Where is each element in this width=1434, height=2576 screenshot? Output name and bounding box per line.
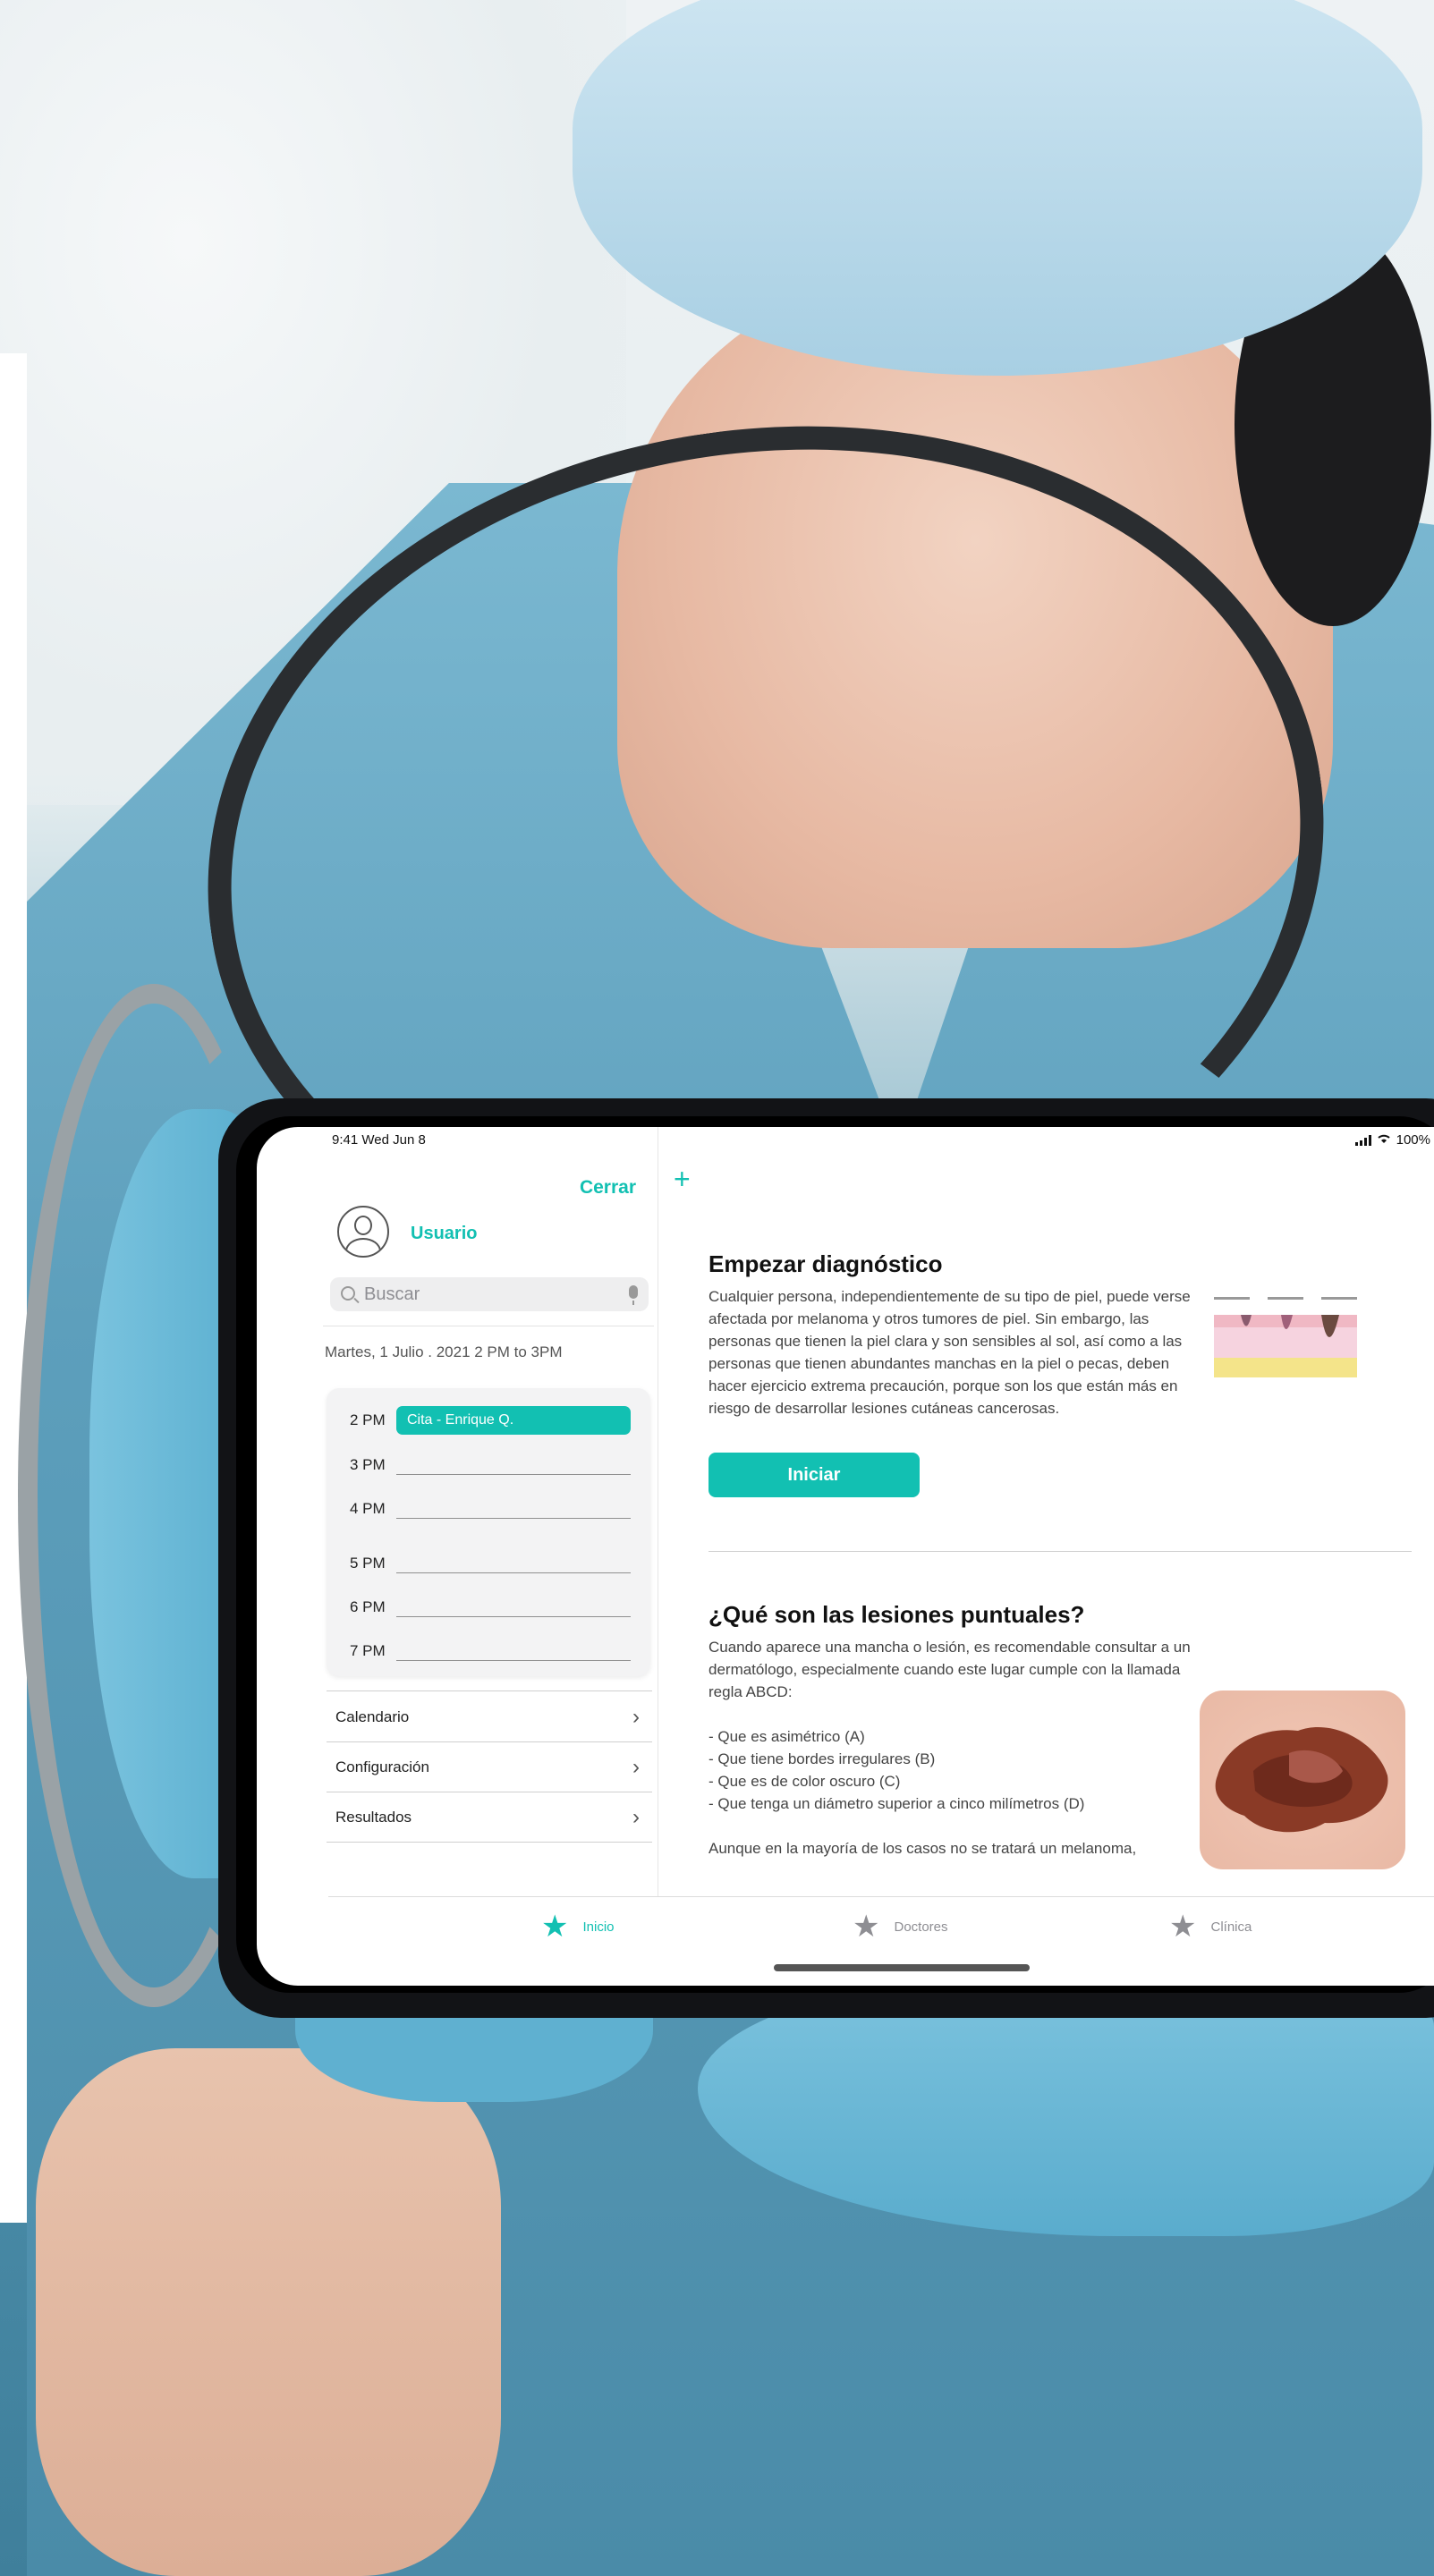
tab-doctores[interactable]: ★ Doctores [853, 1911, 948, 1942]
section-divider [709, 1551, 1412, 1552]
slot-time: 7 PM [350, 1642, 386, 1659]
home-indicator[interactable] [774, 1964, 1030, 1971]
schedule-slot[interactable]: 7 PM [327, 1637, 650, 1665]
tab-label: Inicio [582, 1919, 615, 1935]
search-placeholder: Buscar [364, 1284, 420, 1304]
user-name[interactable]: Usuario [411, 1224, 477, 1244]
section2-body: Cuando aparece una mancha o lesión, es r… [709, 1639, 1191, 1700]
avatar-body [345, 1238, 381, 1256]
menu-item-label: Resultados [335, 1809, 412, 1826]
section1-title: Empezar diagnóstico [709, 1250, 943, 1277]
add-icon[interactable]: + [674, 1163, 691, 1196]
slot-line [396, 1518, 631, 1519]
section2-title: ¿Qué son las lesiones puntuales? [709, 1601, 1085, 1628]
avatar-head [354, 1216, 372, 1235]
date-range: Martes, 1 Julio . 2021 2 PM to 3PM [325, 1343, 563, 1360]
skin-layers-illustration [1196, 1288, 1375, 1386]
schedule-slot[interactable]: 3 PM [327, 1451, 650, 1479]
status-bar: 9:41 Wed Jun 8 100% [257, 1127, 1434, 1154]
microphone-icon[interactable] [629, 1285, 638, 1305]
chevron-right-icon: › [632, 1705, 640, 1729]
left-white-panel [0, 353, 27, 2223]
chevron-right-icon: › [632, 1805, 640, 1829]
slot-line [396, 1572, 631, 1573]
abcd-item: - Que tenga un diámetro superior a cinco… [709, 1795, 1085, 1812]
appointment-chip[interactable]: Cita - Enrique Q. [396, 1406, 631, 1435]
star-icon: ★ [541, 1910, 569, 1944]
star-icon: ★ [1169, 1910, 1197, 1944]
schedule-slot[interactable]: 6 PM [327, 1593, 650, 1622]
section-diagnostico: Empezar diagnóstico Cualquier persona, i… [709, 1250, 1192, 1419]
slot-line [396, 1474, 631, 1475]
search-icon [341, 1286, 355, 1301]
slot-time: 2 PM [350, 1411, 386, 1428]
menu-item-divider [327, 1842, 652, 1843]
slot-time: 6 PM [350, 1598, 386, 1615]
start-diagnosis-button[interactable]: Iniciar [709, 1453, 920, 1497]
tab-label: Doctores [894, 1919, 948, 1935]
section-lesiones: ¿Qué son las lesiones puntuales? Cuando … [709, 1601, 1196, 1860]
schedule-slot[interactable]: 4 PM [327, 1495, 650, 1523]
separator [327, 1690, 652, 1691]
schedule-slot[interactable]: 5 PM [327, 1549, 650, 1578]
tab-clinica[interactable]: ★ Clínica [1169, 1911, 1252, 1942]
menu-item-configuracion[interactable]: Configuración › [327, 1742, 652, 1792]
section2-footer: Aunque en la mayoría de los casos no se … [709, 1840, 1137, 1857]
forearm [36, 2048, 501, 2576]
tab-label: Clínica [1210, 1919, 1252, 1935]
close-button[interactable]: Cerrar [580, 1177, 636, 1199]
chevron-right-icon: › [632, 1755, 640, 1779]
sidebar: Cerrar Usuario Buscar Martes, 1 Julio . … [323, 1154, 654, 1894]
wifi-icon [1377, 1132, 1391, 1148]
tablet-screen: 9:41 Wed Jun 8 100% Cerrar Usuario Busca… [257, 1127, 1434, 1986]
menu-item-label: Calendario [335, 1708, 410, 1725]
section1-body: Cualquier persona, independientemente de… [709, 1288, 1191, 1417]
battery-level: 100% [1396, 1132, 1430, 1148]
signal-icon [1354, 1134, 1371, 1146]
schedule-slot[interactable]: 2 PM Cita - Enrique Q. [327, 1406, 650, 1435]
search-input[interactable]: Buscar [330, 1277, 649, 1311]
slot-line [396, 1616, 631, 1617]
status-time: 9:41 Wed Jun 8 [332, 1132, 426, 1148]
abcd-item: - Que es asimétrico (A) [709, 1728, 865, 1745]
schedule-card: 2 PM Cita - Enrique Q. 3 PM 4 PM 5 PM 6 … [327, 1388, 650, 1676]
menu-item-calendario[interactable]: Calendario › [327, 1692, 652, 1742]
status-right: 100% [1354, 1132, 1430, 1148]
star-icon: ★ [853, 1910, 880, 1944]
slot-time: 4 PM [350, 1500, 386, 1517]
tab-inicio[interactable]: ★ Inicio [541, 1911, 615, 1942]
abcd-item: - Que es de color oscuro (C) [709, 1773, 901, 1790]
avatar[interactable] [337, 1206, 389, 1258]
tab-bar: ★ Inicio ★ Doctores ★ Clínica [328, 1896, 1434, 1986]
menu-item-resultados[interactable]: Resultados › [327, 1792, 652, 1843]
abcd-item: - Que tiene bordes irregulares (B) [709, 1750, 936, 1767]
slot-time: 3 PM [350, 1456, 386, 1473]
lesion-photo [1200, 1690, 1405, 1869]
slot-line [396, 1660, 631, 1661]
menu-item-label: Configuración [335, 1758, 429, 1775]
slot-time: 5 PM [350, 1555, 386, 1572]
